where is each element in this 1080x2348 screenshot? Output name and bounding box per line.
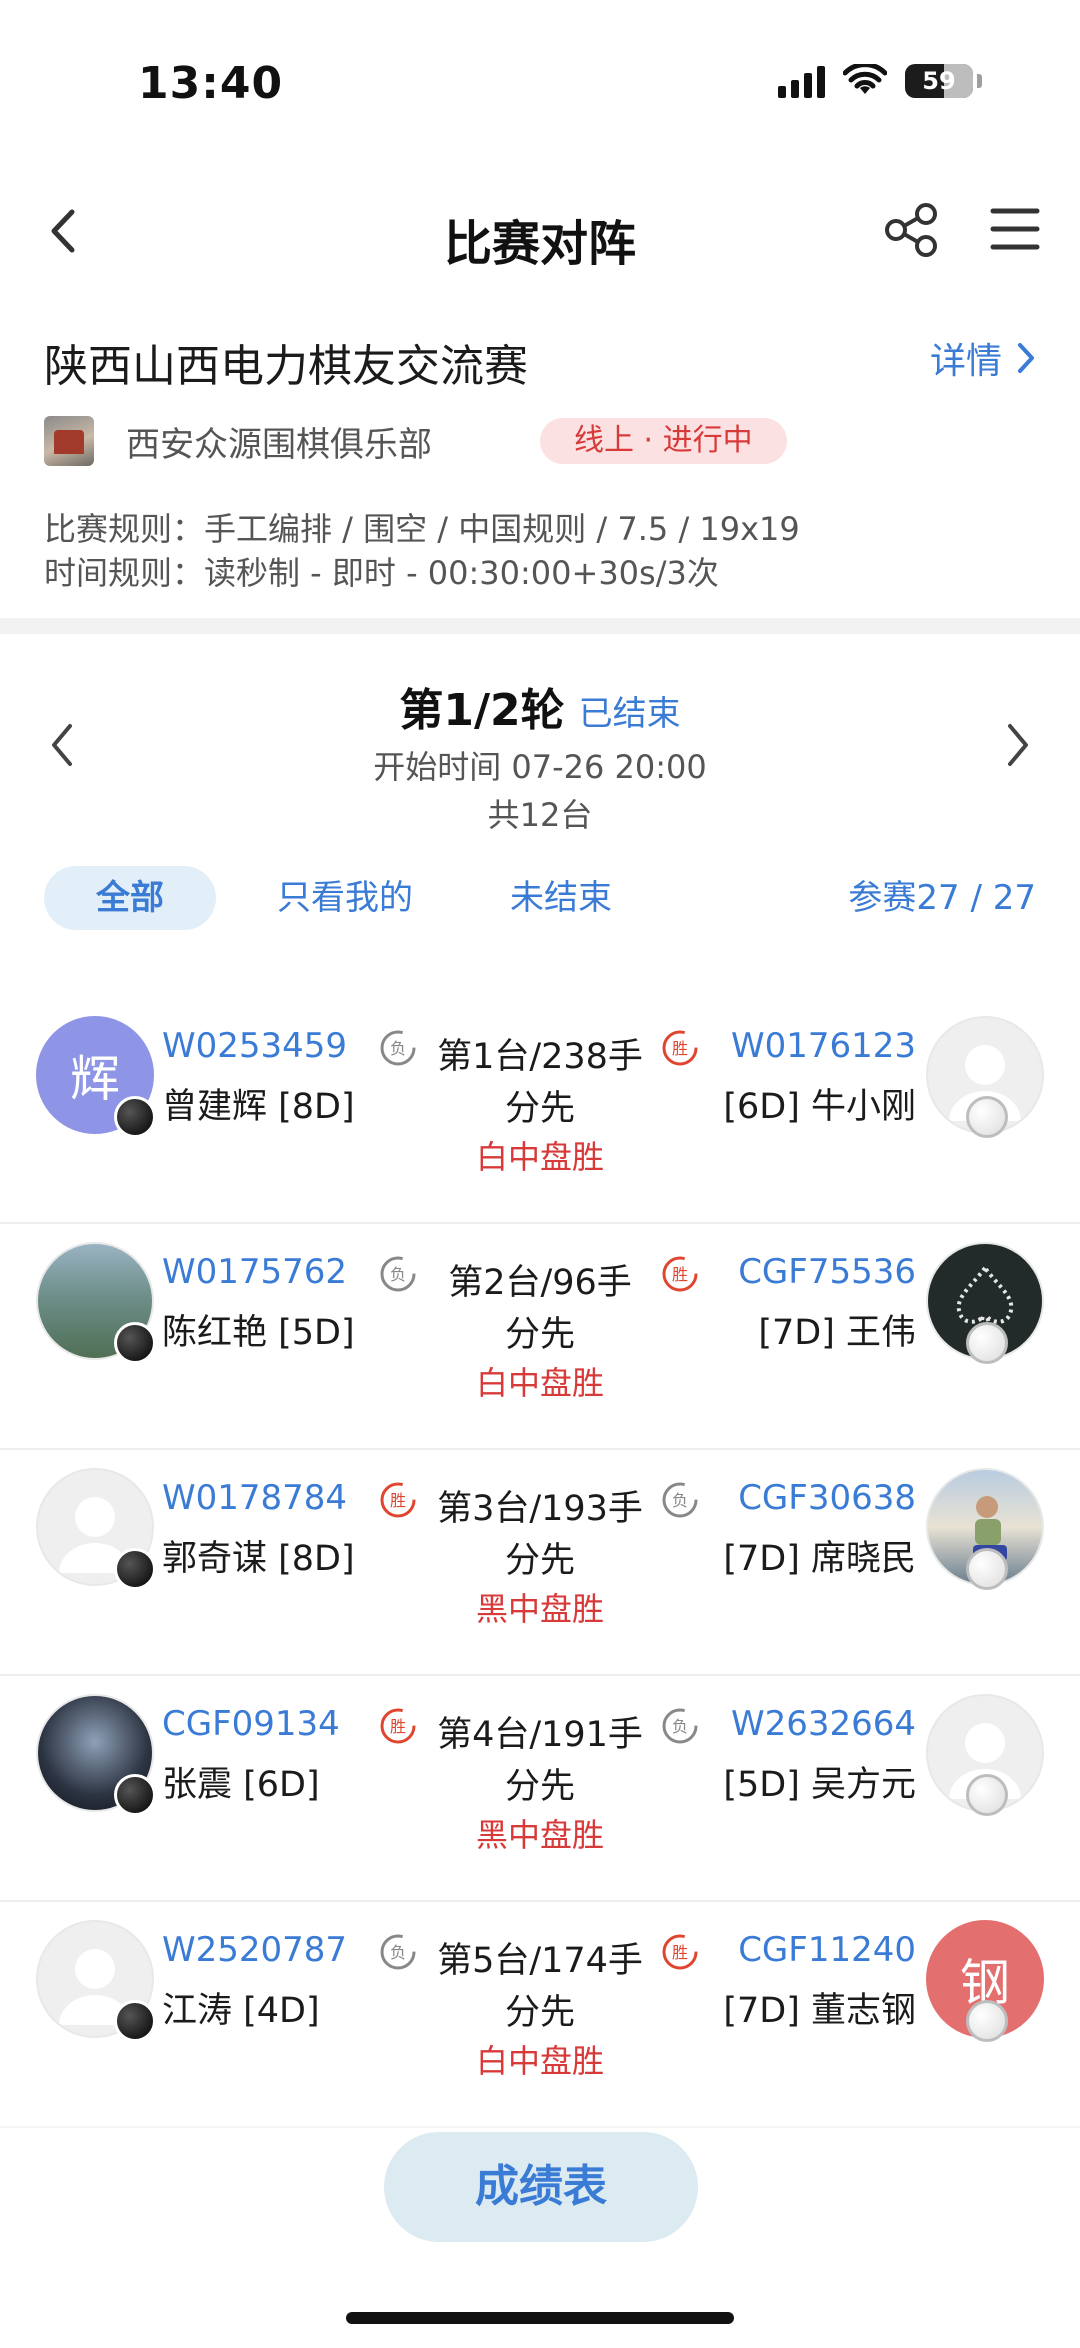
svg-text:胜: 胜	[672, 1943, 688, 1962]
filter-unfinished[interactable]: 未结束	[476, 866, 646, 930]
white-stone-icon	[966, 1774, 1008, 1816]
player-id[interactable]: CGF11240	[738, 1930, 916, 1970]
round-board-count: 共12台	[487, 796, 593, 834]
match-rules: 比赛规则：手工编排 / 围空 / 中国规则 / 7.5 / 19x19	[44, 510, 800, 548]
round-title: 第1/2轮	[399, 685, 565, 736]
game-result: 白中盘胜	[475, 2042, 604, 2080]
pairing-row[interactable]: W2520787 江涛 [4D] 负 第5台/174手 分先 白中盘胜 胜 CG…	[0, 1904, 1080, 2128]
filter-mine[interactable]: 只看我的	[250, 866, 440, 930]
player-id[interactable]: W2632664	[731, 1704, 916, 1744]
game-result: 黑中盘胜	[475, 1590, 604, 1628]
battery-cap	[977, 74, 982, 88]
club-logo	[44, 416, 94, 466]
time-rules: 时间规则：读秒制 - 即时 - 00:30:00+30s/3次	[44, 554, 719, 592]
svg-text:胜: 胜	[672, 1039, 688, 1058]
win-badge-icon: 胜	[662, 1934, 698, 1970]
club-name: 西安众源围棋俱乐部	[126, 424, 432, 465]
status-time: 13:40	[138, 58, 284, 109]
white-stone-icon	[966, 1096, 1008, 1138]
board-info: 第3台/193手	[437, 1489, 643, 1529]
chevron-right-icon	[1018, 343, 1034, 373]
status-bar: 13:40 59	[0, 0, 1080, 150]
player-id[interactable]: CGF30638	[738, 1478, 916, 1518]
board-info: 第2台/96手	[448, 1263, 632, 1303]
pairing-row[interactable]: W0178784 郭奇谋 [8D] 胜 第3台/193手 分先 黑中盘胜 负 C…	[0, 1452, 1080, 1676]
battery-icon: 59	[905, 64, 973, 98]
filter-bar: 全部 只看我的 未结束 参赛27 / 27	[0, 866, 1080, 930]
filter-all[interactable]: 全部	[44, 866, 216, 930]
player-name: [7D] 席晓民	[723, 1539, 916, 1579]
round-state: 已结束	[578, 694, 681, 734]
win-badge-icon: 胜	[662, 1256, 698, 1292]
participants-count[interactable]: 参赛27 / 27	[848, 866, 1036, 930]
club-row[interactable]: 西安众源围棋俱乐部	[44, 416, 432, 466]
match-title: 陕西山西电力棋友交流赛	[44, 341, 528, 392]
player-id[interactable]: W0176123	[731, 1026, 916, 1066]
wifi-icon	[843, 64, 887, 94]
nav-bar: 比赛对阵	[0, 180, 1080, 280]
win-badge-icon: 胜	[662, 1030, 698, 1066]
round-start-time: 开始时间 07-26 20:00	[373, 748, 707, 786]
round-header: 第1/2轮 已结束 开始时间 07-26 20:00 共12台	[0, 660, 1080, 860]
detail-label: 详情	[929, 341, 1002, 382]
game-result: 黑中盘胜	[475, 1816, 604, 1854]
handicap: 分先	[504, 1089, 575, 1129]
home-indicator[interactable]	[346, 2312, 734, 2324]
score-table-button[interactable]: 成绩表	[384, 2132, 698, 2242]
player-name: [7D] 王伟	[758, 1313, 916, 1353]
pairing-row[interactable]: 辉 W0253459 曾建辉 [8D] 负 第1台/238手 分先 白中盘胜 胜…	[0, 1000, 1080, 1224]
handicap: 分先	[504, 1315, 575, 1355]
svg-text:负: 负	[672, 1717, 688, 1736]
player-id[interactable]: CGF75536	[738, 1252, 916, 1292]
board-info: 第4台/191手	[437, 1715, 643, 1755]
status-badge: 线上 · 进行中	[540, 418, 787, 464]
white-stone-icon	[966, 1548, 1008, 1590]
game-result: 白中盘胜	[475, 1364, 604, 1402]
player-name: [5D] 吴方元	[723, 1765, 916, 1805]
svg-text:负: 负	[672, 1491, 688, 1510]
handicap: 分先	[504, 1541, 575, 1581]
board-info: 第5台/174手	[437, 1941, 643, 1981]
menu-icon[interactable]	[990, 206, 1040, 252]
loss-badge-icon: 负	[662, 1708, 698, 1744]
detail-link[interactable]: 详情	[930, 332, 1036, 384]
pairing-row[interactable]: W0175762 陈红艳 [5D] 负 第2台/96手 分先 白中盘胜 胜 CG…	[0, 1226, 1080, 1450]
cellular-signal-icon	[778, 64, 825, 98]
white-stone-icon	[966, 2000, 1008, 2042]
player-name: [7D] 董志钢	[723, 1991, 916, 2031]
status-icons: 59	[778, 64, 982, 98]
svg-text:胜: 胜	[672, 1265, 688, 1284]
white-stone-icon	[966, 1322, 1008, 1364]
section-divider	[0, 618, 1080, 634]
share-icon[interactable]	[884, 202, 940, 258]
match-info: 陕西山西电力棋友交流赛 详情 西安众源围棋俱乐部 线上 · 进行中 比赛规则：手…	[0, 320, 1080, 620]
pairing-row[interactable]: CGF09134 张震 [6D] 胜 第4台/191手 分先 黑中盘胜 负 W2…	[0, 1678, 1080, 1902]
board-info: 第1台/238手	[437, 1037, 643, 1077]
round-title-wrap: 第1/2轮 已结束	[0, 674, 1080, 738]
handicap: 分先	[504, 1993, 575, 2033]
game-result: 白中盘胜	[475, 1138, 604, 1176]
handicap: 分先	[504, 1767, 575, 1807]
battery-level: 59	[922, 67, 956, 95]
loss-badge-icon: 负	[662, 1482, 698, 1518]
next-round-icon[interactable]	[1000, 720, 1036, 770]
player-name: [6D] 牛小刚	[723, 1087, 916, 1127]
